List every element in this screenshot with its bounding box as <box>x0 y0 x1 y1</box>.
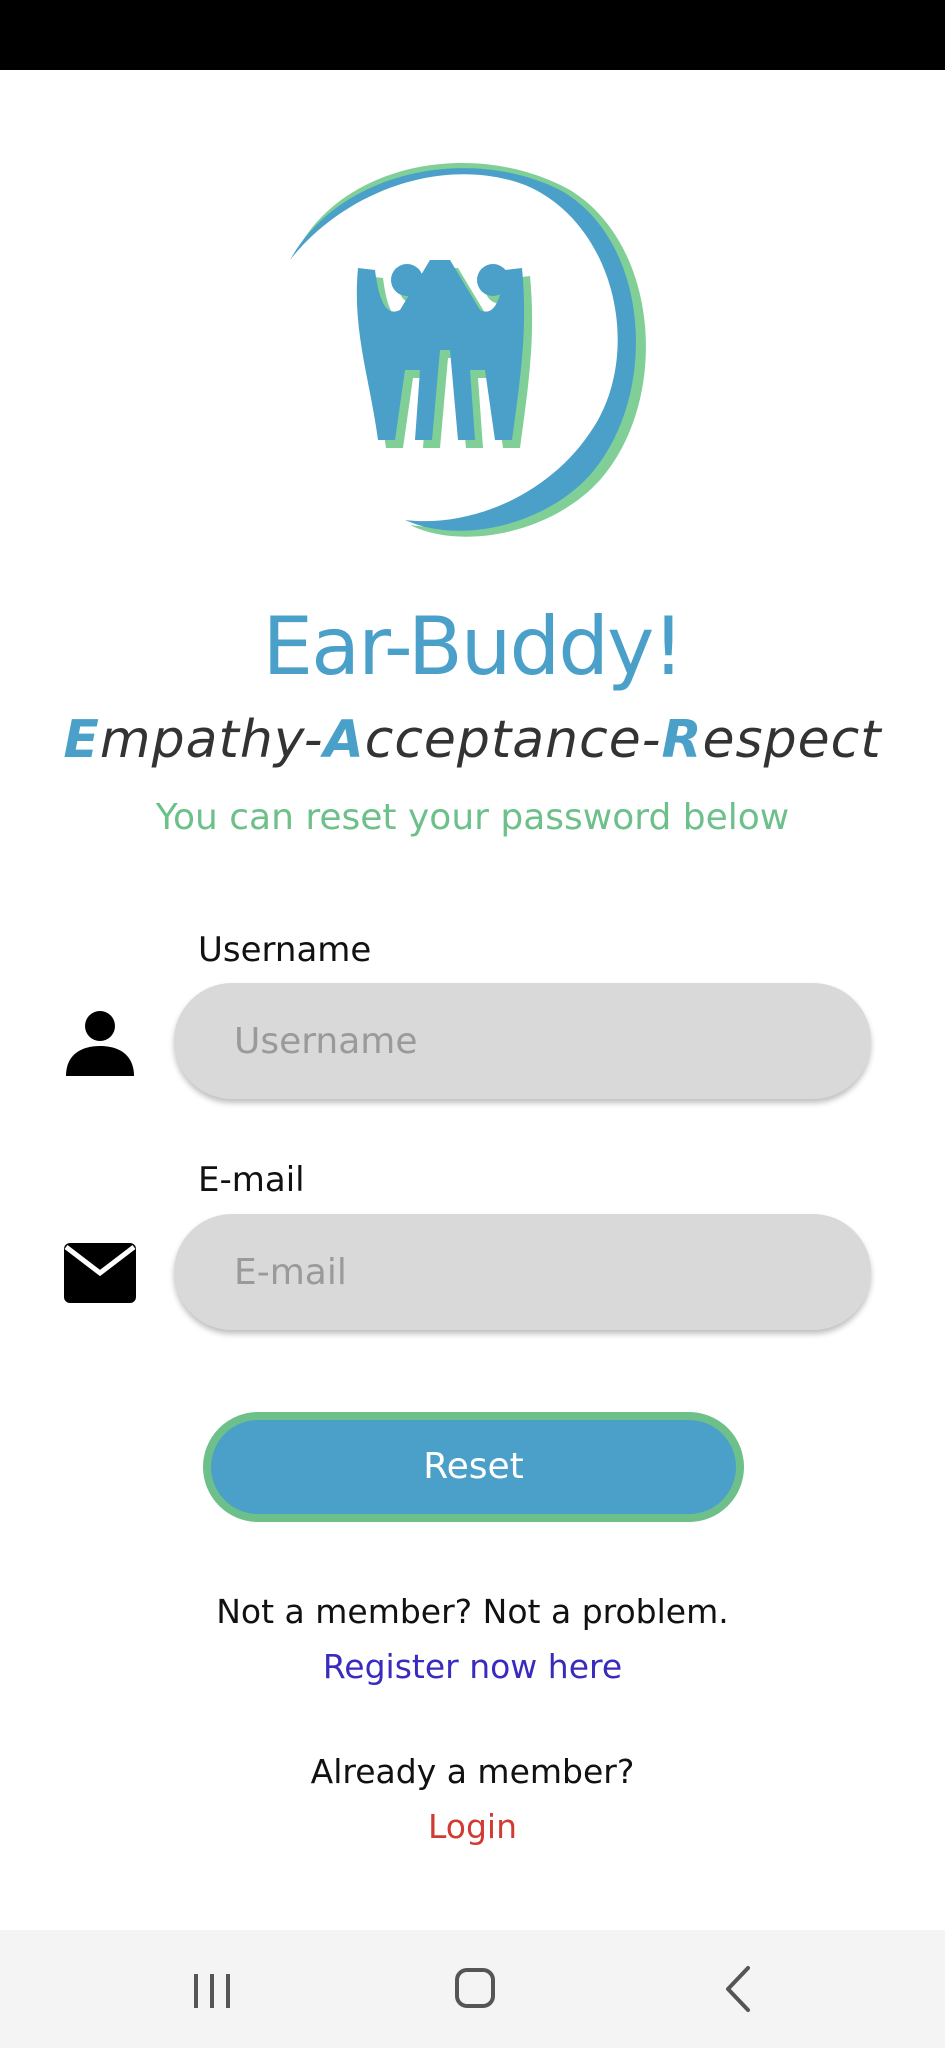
subtitle: You can reset your password below <box>155 797 790 838</box>
tagline: Empathy-Acceptance-Respect <box>0 710 945 770</box>
username-input[interactable] <box>174 983 871 1099</box>
tagline-letter-r: R <box>661 710 703 770</box>
reset-password-screen: Ear-Buddy! Empathy-Acceptance-Respect Yo… <box>0 0 945 2048</box>
back-icon[interactable] <box>700 1952 780 2026</box>
person-icon <box>66 1011 134 1076</box>
already-member-text: Already a member? <box>310 1752 635 1791</box>
email-input[interactable] <box>174 1214 871 1330</box>
home-icon[interactable] <box>435 1952 515 2026</box>
reset-button[interactable]: Reset <box>203 1412 744 1522</box>
tagline-letter-e: E <box>63 710 100 770</box>
system-nav-bar <box>0 1930 945 2048</box>
not-member-text: Not a member? Not a problem. <box>216 1592 729 1631</box>
status-bar <box>0 0 945 70</box>
register-link-row: Register now here <box>0 1647 945 1686</box>
email-label: E-mail <box>198 1160 305 1200</box>
ear-buddy-logo <box>290 162 646 537</box>
tagline-word-empathy: mpathy- <box>99 710 324 770</box>
tagline-word-respect: espect <box>702 710 882 770</box>
app-title: Ear-Buddy! <box>262 600 685 693</box>
login-link[interactable]: Login <box>428 1807 517 1846</box>
recent-apps-icon[interactable] <box>172 1952 252 2026</box>
login-link-row: Login <box>0 1807 945 1846</box>
tagline-letter-a: A <box>323 710 365 770</box>
tagline-word-acceptance: cceptance- <box>364 710 662 770</box>
register-link[interactable]: Register now here <box>323 1647 622 1686</box>
envelope-icon <box>64 1243 136 1303</box>
username-label: Username <box>198 930 372 970</box>
